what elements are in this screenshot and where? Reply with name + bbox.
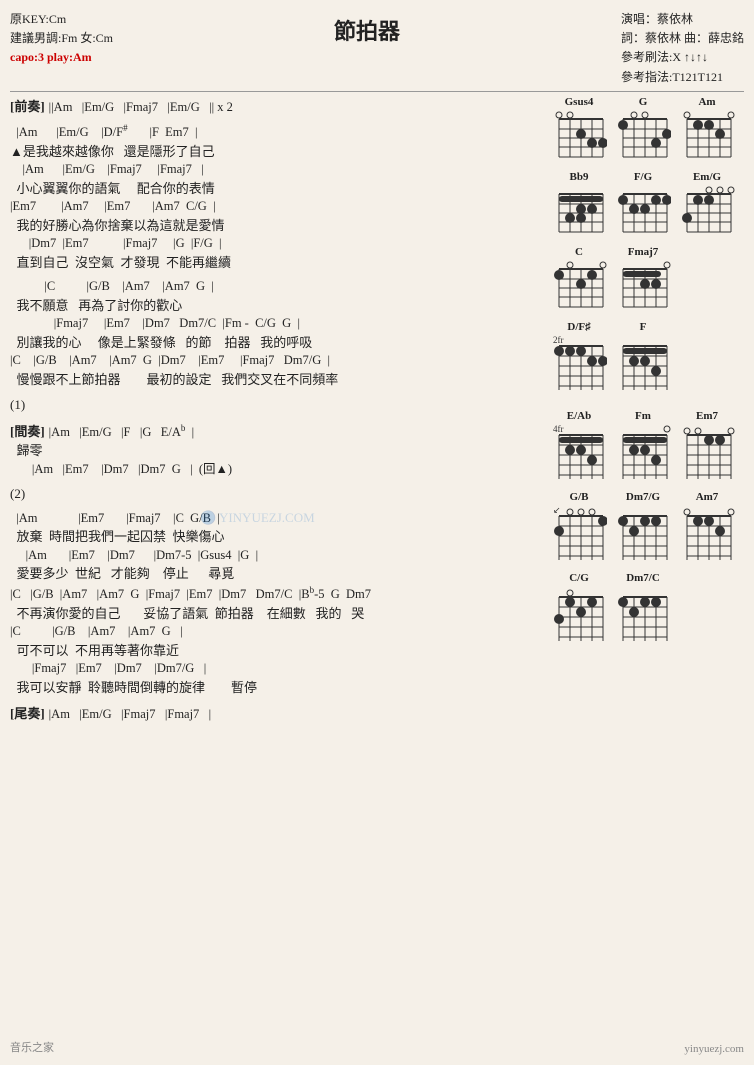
diagram-cg: C/G	[549, 572, 609, 647]
outro-line: [尾奏] |Am |Em/G |Fmaj7 |Fmaj7 |	[10, 703, 541, 724]
lyric-line-3: 我的好勝心為你捨棄以為這就是愛情	[10, 216, 541, 236]
diagram-bb9: Bb9	[549, 171, 609, 240]
chord-line-9: |Am |Em7 |Dm7 |Dm7 G | (回▲)	[10, 461, 541, 479]
diagram-dm7g: Dm7/G	[613, 491, 673, 566]
diagram-g: G	[613, 96, 673, 165]
lyricist: 詞：蔡依林 曲：薛忠銘	[621, 29, 744, 48]
diagram-gsus4: Gsus4	[549, 96, 609, 165]
page: 🔵 YINYUEZJ.COM 原KEY:Cm 建議男調:Fm 女:Cm capo…	[0, 0, 754, 1065]
strum-pattern: 參考刷法:X ↑↓↑↓	[621, 48, 744, 67]
lyrics-section: [前奏] ||Am |Em/G |Fmaj7 |Em/G || x 2 |Am …	[10, 96, 549, 724]
header: 原KEY:Cm 建議男調:Fm 女:Cm capo:3 play:Am 節拍器 …	[10, 10, 744, 87]
chord-line-3: |Em7 |Am7 |Em7 |Am7 C/G |	[10, 198, 541, 216]
interlude-label: [間奏]	[10, 421, 45, 440]
diagram-row-1: Gsus4	[549, 96, 744, 165]
chord-diagrams: Gsus4	[549, 96, 744, 724]
diagram-eab: E/Ab 4fr	[549, 410, 609, 485]
marker-2: (2)	[10, 484, 541, 504]
chord-line-6: |Fmaj7 |Em7 |Dm7 Dm7/C |Fm - C/G G |	[10, 315, 541, 333]
chord-line-11: |Am |Em7 |Dm7 |Dm7-5 |Gsus4 |G |	[10, 547, 541, 565]
diagram-row-3: C	[549, 246, 744, 315]
song-title: 節拍器	[113, 10, 621, 46]
diagram-am: Am	[677, 96, 737, 165]
svg-text:↙: ↙	[553, 505, 561, 515]
diagram-row-2: Bb9	[549, 171, 744, 240]
marker-1: (1)	[10, 395, 541, 415]
intro-label: [前奏]	[10, 96, 45, 115]
outro-label: [尾奏]	[10, 703, 45, 722]
lyric-line-14: 我可以安靜 聆聽時間倒轉的旋律 暫停	[10, 678, 541, 698]
svg-text:2fr: 2fr	[553, 335, 564, 345]
lyric-line-4: 直到自己 沒空氣 才發現 不能再繼續	[10, 253, 541, 273]
diagram-row-6: G/B ↙	[549, 491, 744, 566]
chord-line-2: |Am |Em/G |Fmaj7 |Fmaj7 |	[10, 161, 541, 179]
diagram-row-7: C/G	[549, 572, 744, 647]
chord-line-12: |C |G/B |Am7 |Am7 G |Fmaj7 |Em7 |Dm7 Dm7…	[10, 584, 541, 604]
diagram-gb: G/B ↙	[549, 491, 609, 566]
interlude-chords: |Am |Em/G |F |G E/Ab |	[49, 422, 195, 442]
diagram-row-4: D/F♯ 2fr	[549, 321, 744, 396]
bottom-left-brand: 音乐之家	[10, 1039, 54, 1055]
fingering-pattern: 參考指法:T121T121	[621, 68, 744, 87]
diagram-dfsharp: D/F♯ 2fr	[549, 321, 609, 396]
diagram-fmaj7: Fmaj7	[613, 246, 673, 315]
header-left: 原KEY:Cm 建議男調:Fm 女:Cm capo:3 play:Am	[10, 10, 113, 68]
chord-line-5: |C |G/B |Am7 |Am7 G |	[10, 278, 541, 296]
chord-line-4: |Dm7 |Em7 |Fmaj7 |G |F/G |	[10, 235, 541, 253]
key-info: 原KEY:Cm	[10, 10, 113, 29]
diagram-c: C	[549, 246, 609, 315]
diagram-emg: Em/G	[677, 171, 737, 240]
intro-chords: ||Am |Em/G |Fmaj7 |Em/G || x 2	[49, 99, 233, 117]
diagram-fg: F/G	[613, 171, 673, 240]
chord-line-1: |Am |Em/G |D/F# |F Em7 |	[10, 122, 541, 142]
singer: 演唱：蔡依林	[621, 10, 744, 29]
lyric-line-6: 別讓我的心 像是上緊發條 的節 拍器 我的呼吸	[10, 333, 541, 353]
capo-info: capo:3 play:Am	[10, 48, 113, 67]
header-right: 演唱：蔡依林 詞：蔡依林 曲：薛忠銘 參考刷法:X ↑↓↑↓ 參考指法:T121…	[621, 10, 744, 87]
diagram-dm7c: Dm7/C	[613, 572, 673, 647]
lyric-line-7: 慢慢跟不上節拍器 最初的設定 我們交叉在不同頻率	[10, 370, 541, 390]
chord-line-7: |C |G/B |Am7 |Am7 G |Dm7 |Em7 |Fmaj7 Dm7…	[10, 352, 541, 370]
lyric-line-2: 小心翼翼你的語氣 配合你的表情	[10, 179, 541, 199]
lyric-line-11: 愛要多少 世紀 才能夠 停止 尋覓	[10, 564, 541, 584]
lyric-line-5: 我不願意 再為了討你的歡心	[10, 296, 541, 316]
chord-line-13: |C |G/B |Am7 |Am7 G |	[10, 623, 541, 641]
diagram-am7: Am7	[677, 491, 737, 566]
diagram-fm: Fm	[613, 410, 673, 485]
suggest-key: 建議男調:Fm 女:Cm	[10, 29, 113, 48]
bottom-right-url: yinyuezj.com	[684, 1043, 744, 1055]
lyric-line-13: 可不可以 不用再等著你靠近	[10, 641, 541, 661]
header-divider	[10, 91, 744, 92]
lyric-line-12: 不再演你愛的自己 妥協了語氣 節拍器 在細數 我的 哭	[10, 604, 541, 624]
lyric-line-10: 放棄 時間把我們一起囚禁 快樂傷心	[10, 527, 541, 547]
outro-chords: |Am |Em/G |Fmaj7 |Fmaj7 |	[49, 706, 212, 724]
intro-line: [前奏] ||Am |Em/G |Fmaj7 |Em/G || x 2	[10, 96, 541, 117]
diagram-em7: Em7	[677, 410, 737, 485]
diagram-f: F	[613, 321, 673, 396]
lyric-line-1: ▲是我越來越像你 還是隱形了自己	[10, 142, 541, 162]
main-content: [前奏] ||Am |Em/G |Fmaj7 |Em/G || x 2 |Am …	[10, 96, 744, 724]
lyric-line-8: 歸零	[10, 441, 541, 461]
chord-line-14: |Fmaj7 |Em7 |Dm7 |Dm7/G |	[10, 660, 541, 678]
interlude-line: [間奏] |Am |Em/G |F |G E/Ab |	[10, 421, 541, 442]
diagram-row-5: E/Ab 4fr	[549, 410, 744, 485]
chord-line-10: |Am |Em7 |Fmaj7 |C G/B |	[10, 510, 541, 528]
svg-text:4fr: 4fr	[553, 424, 564, 434]
